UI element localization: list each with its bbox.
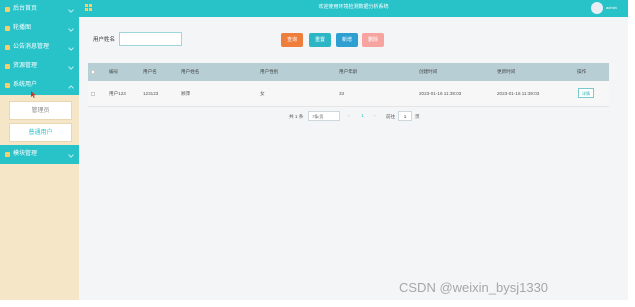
cell-name: 顾萍 — [181, 91, 191, 96]
header-age: 用户年龄 — [339, 69, 358, 74]
notice-icon — [5, 45, 10, 50]
folder-icon — [5, 64, 10, 69]
header-created: 创建时间 — [419, 69, 438, 74]
sidebar-item-label: 轮播图 — [13, 25, 32, 31]
search-input[interactable] — [119, 32, 182, 46]
chevron-down-icon — [68, 7, 74, 13]
watermark: CSDN @weixin_bysj1330 — [399, 280, 549, 295]
image-icon — [5, 26, 10, 31]
add-button[interactable]: 新增 — [336, 33, 358, 47]
page-size-select[interactable]: 7条/页 — [308, 111, 340, 121]
cell-username: 123123 — [143, 91, 159, 96]
pagination-total: 共 1 条 — [289, 114, 304, 119]
sidebar-item-label: 资源管理 — [13, 63, 38, 69]
next-page-button[interactable]: › — [374, 113, 376, 118]
user-name[interactable]: admin — [606, 0, 617, 15]
prev-page-button[interactable]: ‹ — [348, 113, 350, 118]
chevron-down-icon — [68, 64, 74, 70]
sidebar: 后台首页 轮播图 公告消息管理 资源管理 系统用户 管理员 普通用户 模块管理 — [0, 0, 79, 300]
header-username: 用户名 — [143, 69, 157, 74]
top-bar: 欢迎使用环境检测数据分析系统 admin — [79, 0, 628, 17]
cell-updated: 2023-01-16 11:39:03 — [497, 91, 540, 96]
header-name: 用户姓名 — [181, 69, 200, 74]
sidebar-item-label: 系统用户 — [13, 82, 38, 88]
delete-button[interactable]: 删除 — [362, 33, 384, 47]
search-label: 用户姓名 — [93, 37, 116, 43]
cell-gender: 女 — [260, 91, 265, 96]
sidebar-item-modules[interactable]: 模块管理 — [0, 145, 79, 164]
header-action: 操作 — [577, 69, 587, 74]
header-gender: 用户性别 — [260, 69, 279, 74]
pagination: 共 1 条 7条/页 ‹ 1 › 前往 1 页 — [0, 111, 628, 123]
app-title: 欢迎使用环境检测数据分析系统 — [318, 4, 389, 10]
row-checkbox[interactable] — [91, 92, 95, 96]
module-icon — [5, 152, 10, 157]
reset-button[interactable]: 重置 — [309, 33, 331, 47]
sidebar-item-notices[interactable]: 公告消息管理 — [0, 38, 79, 57]
header-updated: 更新时间 — [497, 69, 516, 74]
app-window: 后台首页 轮播图 公告消息管理 资源管理 系统用户 管理员 普通用户 模块管理 … — [0, 0, 628, 300]
submenu-item-normal-user[interactable]: 普通用户 — [9, 123, 72, 142]
search-button[interactable]: 查询 — [281, 33, 303, 47]
cell-created: 2023-01-16 11:39:03 — [419, 91, 462, 96]
sidebar-item-resources[interactable]: 资源管理 — [0, 57, 79, 76]
chevron-down-icon — [68, 45, 74, 51]
cell-id: 用户123 — [109, 91, 126, 96]
avatar[interactable] — [591, 2, 603, 14]
sidebar-item-carousel[interactable]: 轮播图 — [0, 19, 79, 38]
sidebar-item-label: 后台首页 — [13, 6, 38, 12]
chevron-up-icon — [68, 85, 74, 91]
main-content — [79, 17, 628, 300]
sidebar-item-label: 公告消息管理 — [13, 44, 50, 50]
table-row[interactable]: 用户123 123123 顾萍 女 33 2023-01-16 11:39:03… — [88, 81, 609, 107]
user-icon — [5, 83, 10, 88]
page-unit-label: 页 — [415, 114, 420, 119]
detail-button[interactable]: 详情 — [578, 88, 594, 98]
chevron-down-icon — [68, 26, 74, 32]
chevron-down-icon — [68, 152, 74, 158]
sidebar-item-system-users[interactable]: 系统用户 — [0, 76, 79, 95]
mouse-cursor-icon — [31, 91, 36, 98]
select-all-checkbox[interactable] — [91, 70, 95, 74]
sidebar-item-home[interactable]: 后台首页 — [0, 0, 79, 19]
header-id: 编号 — [109, 69, 119, 74]
cell-age: 33 — [339, 91, 345, 96]
home-icon — [5, 7, 10, 12]
goto-label: 前往 — [386, 114, 396, 119]
current-page[interactable]: 1 — [358, 111, 367, 121]
sidebar-item-label: 模块管理 — [13, 151, 38, 157]
table-header: 编号 用户名 用户姓名 用户性别 用户年龄 创建时间 更新时间 操作 — [88, 63, 609, 81]
goto-page-input[interactable]: 1 — [398, 111, 412, 121]
